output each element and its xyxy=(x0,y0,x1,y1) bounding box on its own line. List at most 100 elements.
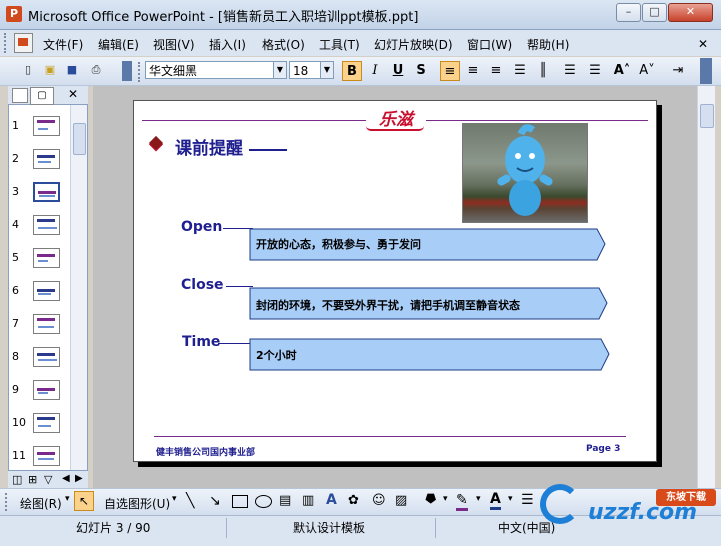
line-color-icon[interactable]: ✎ xyxy=(456,492,468,511)
menu-tools[interactable]: 工具(T) xyxy=(319,36,360,53)
clipart-icon[interactable]: ☺ xyxy=(372,493,386,508)
connector-line xyxy=(218,343,253,344)
font-size-box[interactable]: 18 xyxy=(289,61,321,79)
font-color-icon[interactable]: A xyxy=(490,491,501,510)
oval-tool-icon[interactable] xyxy=(255,495,272,508)
fill-color-icon[interactable]: ⯂ xyxy=(424,492,435,508)
select-objects-icon[interactable]: ↖ xyxy=(74,491,94,511)
chevron-down-icon[interactable]: ▼ xyxy=(320,61,334,79)
close-document-icon[interactable]: ✕ xyxy=(698,37,708,51)
menu-format[interactable]: 格式(O) xyxy=(262,36,305,53)
chevron-down-icon[interactable]: ▾ xyxy=(443,494,448,504)
menu-file[interactable]: 文件(F) xyxy=(43,36,83,53)
sorter-view-icon[interactable]: ⊞ xyxy=(28,473,37,486)
slide-canvas[interactable]: 乐滋 课前提醒 Open 开放的心态，积极参与、勇于发问 Close 封闭的环境… xyxy=(133,100,657,462)
underline-button[interactable]: U xyxy=(388,61,408,81)
slide-thumbnail[interactable] xyxy=(33,215,60,235)
tab-outline[interactable] xyxy=(12,88,28,103)
normal-view-icon[interactable]: ◫ xyxy=(12,473,22,486)
thumbnail-number: 10 xyxy=(12,416,26,429)
line-tool-icon[interactable]: ╲ xyxy=(186,493,194,509)
toolbar-options-icon[interactable] xyxy=(700,58,712,84)
chevron-down-icon[interactable]: ▾ xyxy=(172,494,177,504)
slide-thumbnail[interactable] xyxy=(33,446,60,466)
item-text-close: 封闭的环境，不要受外界干扰，请把手机调至静音状态 xyxy=(256,299,520,312)
numbering-icon[interactable]: ☰ xyxy=(560,61,580,81)
rectangle-tool-icon[interactable] xyxy=(232,495,248,508)
item-label-time: Time xyxy=(182,334,221,350)
menu-help[interactable]: 帮助(H) xyxy=(527,36,569,53)
arrow-tool-icon[interactable]: ↘ xyxy=(209,493,221,509)
slide-thumbnail[interactable] xyxy=(33,413,60,433)
increase-font-icon[interactable]: A˄ xyxy=(612,61,632,81)
slide-thumbnail[interactable] xyxy=(33,149,60,169)
mascot-figure xyxy=(497,124,553,216)
new-icon[interactable]: ▯ xyxy=(20,62,36,78)
scrollbar-thumb[interactable] xyxy=(73,123,86,155)
status-language: 中文(中国) xyxy=(498,521,556,535)
align-right-icon[interactable]: ≡ xyxy=(486,61,506,81)
slide-scrollbar[interactable] xyxy=(697,86,715,488)
indent-icon[interactable]: ⇥ xyxy=(668,61,688,81)
slide-thumbnail[interactable] xyxy=(33,347,60,367)
slide-thumbnail[interactable] xyxy=(32,181,61,203)
permission-icon[interactable]: ⎙ xyxy=(88,62,104,78)
align-left-icon[interactable]: ≡ xyxy=(440,61,460,81)
document-icon[interactable] xyxy=(14,33,33,53)
bold-button[interactable]: B xyxy=(342,61,362,81)
slide-thumbnail[interactable] xyxy=(33,248,60,268)
font-name-box[interactable]: 华文细黑 xyxy=(145,61,275,79)
close-panel-icon[interactable]: ✕ xyxy=(68,87,78,101)
menu-insert[interactable]: 插入(I) xyxy=(209,36,246,53)
restore-button[interactable]: □ xyxy=(642,3,667,22)
toolbar-options-icon[interactable] xyxy=(122,61,132,81)
wordart-icon[interactable]: A xyxy=(326,492,337,508)
save-icon[interactable]: ■ xyxy=(64,62,80,78)
scroll-right-icon[interactable]: ▶ xyxy=(75,473,83,484)
chevron-down-icon[interactable]: ▾ xyxy=(476,494,481,504)
item-label-open: Open xyxy=(181,219,223,235)
distribute-icon[interactable]: ☰ xyxy=(510,61,530,81)
shadow-button[interactable]: S xyxy=(411,61,431,81)
slide-thumbnail[interactable] xyxy=(33,116,60,136)
slide-thumbnail[interactable] xyxy=(33,380,60,400)
footer-rule xyxy=(154,436,626,437)
menu-edit[interactable]: 编辑(E) xyxy=(98,36,139,53)
close-button[interactable]: ✕ xyxy=(668,3,713,22)
menu-window[interactable]: 窗口(W) xyxy=(467,36,512,53)
menu-slideshow[interactable]: 幻灯片放映(D) xyxy=(374,36,453,53)
grip-handle[interactable] xyxy=(138,62,143,82)
scroll-left-icon[interactable]: ◀ xyxy=(62,473,70,484)
open-icon[interactable]: ▣ xyxy=(42,62,58,78)
slide-thumbnail[interactable] xyxy=(33,281,60,301)
vertical-textbox-icon[interactable]: ▥ xyxy=(302,493,314,508)
chevron-down-icon[interactable]: ▾ xyxy=(65,494,70,504)
align-center-icon[interactable]: ≡ xyxy=(463,61,483,81)
italic-button[interactable]: I xyxy=(365,61,385,81)
scrollbar-thumb[interactable] xyxy=(700,104,714,128)
header-rule-left xyxy=(142,120,366,121)
grip-handle[interactable] xyxy=(4,33,9,53)
bullets-icon[interactable]: ☰ xyxy=(585,61,605,81)
slideshow-view-icon[interactable]: ▽ xyxy=(44,473,52,486)
decrease-font-icon[interactable]: A˅ xyxy=(637,61,657,81)
line-style-icon[interactable]: ☰ xyxy=(521,492,534,508)
menu-view[interactable]: 视图(V) xyxy=(153,36,195,53)
minimize-button[interactable]: – xyxy=(616,3,641,22)
textbox-tool-icon[interactable]: ▤ xyxy=(279,493,291,508)
panel-scrollbar[interactable] xyxy=(70,105,87,470)
autoshapes-button[interactable]: 自选图形(U) xyxy=(104,495,170,512)
diagram-icon[interactable]: ✿ xyxy=(348,493,359,508)
footer-company: 健丰销售公司国内事业部 xyxy=(156,448,256,458)
vertical-text-icon[interactable]: ║ xyxy=(533,61,553,81)
grip-handle[interactable] xyxy=(5,493,10,511)
chevron-down-icon[interactable]: ▼ xyxy=(273,61,287,79)
tab-slides[interactable]: ▢ xyxy=(30,87,54,105)
powerpoint-icon[interactable]: P xyxy=(6,6,22,22)
draw-menu-button[interactable]: 绘图(R) xyxy=(20,495,62,512)
thumbnail-number: 8 xyxy=(12,350,19,363)
slide-thumbnail[interactable] xyxy=(33,314,60,334)
insert-picture-icon[interactable]: ▨ xyxy=(395,493,407,508)
heading-rule xyxy=(249,149,287,151)
chevron-down-icon[interactable]: ▾ xyxy=(508,494,513,504)
